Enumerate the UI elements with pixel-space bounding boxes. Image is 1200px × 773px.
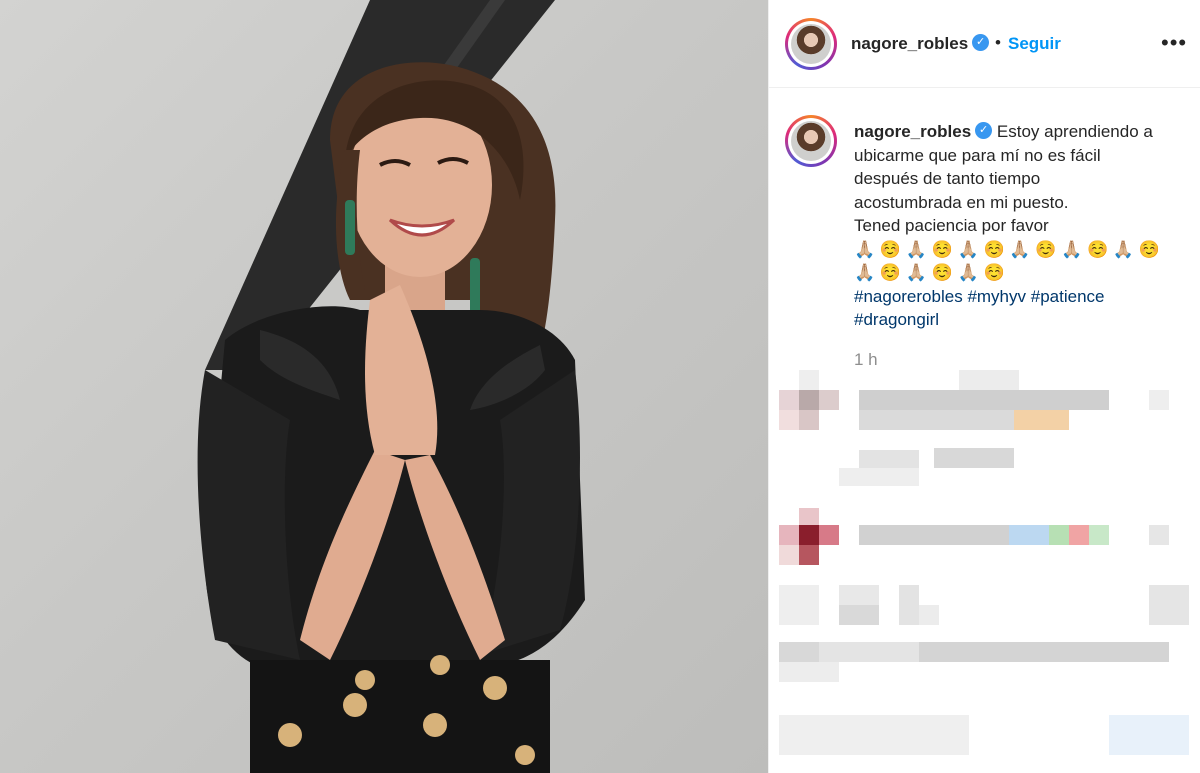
header-separator: • xyxy=(995,33,1001,52)
post-photo-illustration xyxy=(197,0,585,773)
verified-badge-icon: ✓ xyxy=(975,122,993,140)
post-caption: nagore_robles ✓ Estoy aprendiendo a ubica… xyxy=(854,120,1184,332)
hashtag-link[interactable]: #myhyv xyxy=(967,287,1026,306)
hashtag-link[interactable]: #nagorerobles xyxy=(854,287,963,306)
hashtag-link[interactable]: #patience xyxy=(1031,287,1105,306)
caption-text-line: acostumbrada en mi puesto. xyxy=(854,192,1069,212)
verified-badge-icon: ✓ xyxy=(972,34,990,52)
caption-text-line: después de tanto tiempo xyxy=(854,169,1041,188)
follow-button[interactable]: Seguir xyxy=(1008,34,1061,54)
caption-text-line: ubicarme que para mí no es fácil xyxy=(854,145,1101,165)
more-options-icon[interactable]: ••• xyxy=(1161,30,1187,56)
post-photo[interactable] xyxy=(0,0,768,773)
post-side-panel: nagore_robles ✓ • Seguir ••• nagore_roble… xyxy=(768,0,1200,773)
caption-username[interactable]: nagore_robles xyxy=(854,122,971,141)
hashtag-link[interactable]: #dragongirl xyxy=(854,310,939,329)
caption-text-line: Estoy aprendiendo a xyxy=(996,122,1153,141)
comments-pixelated xyxy=(769,370,1200,773)
post-timestamp[interactable]: 1 h xyxy=(854,350,878,370)
caption-emoji-line: 🙏🏼 ☺️ 🙏🏼 ☺️ 🙏🏼 ☺️ 🙏🏼 ☺️ 🙏🏼 ☺️ 🙏🏼 ☺️ xyxy=(854,239,1160,259)
hashtags: #nagorerobles #myhyv #patience xyxy=(854,285,1184,309)
author-avatar[interactable] xyxy=(785,18,837,70)
post-header: nagore_robles ✓ • Seguir ••• xyxy=(769,0,1200,88)
caption-text-line: Tened paciencia por favor xyxy=(854,216,1049,235)
caption-emoji-line: 🙏🏼 ☺️ 🙏🏼 ☺️ 🙏🏼 ☺️ xyxy=(854,263,1005,282)
author-username[interactable]: nagore_robles xyxy=(851,34,968,53)
caption-author-avatar[interactable] xyxy=(785,115,837,167)
